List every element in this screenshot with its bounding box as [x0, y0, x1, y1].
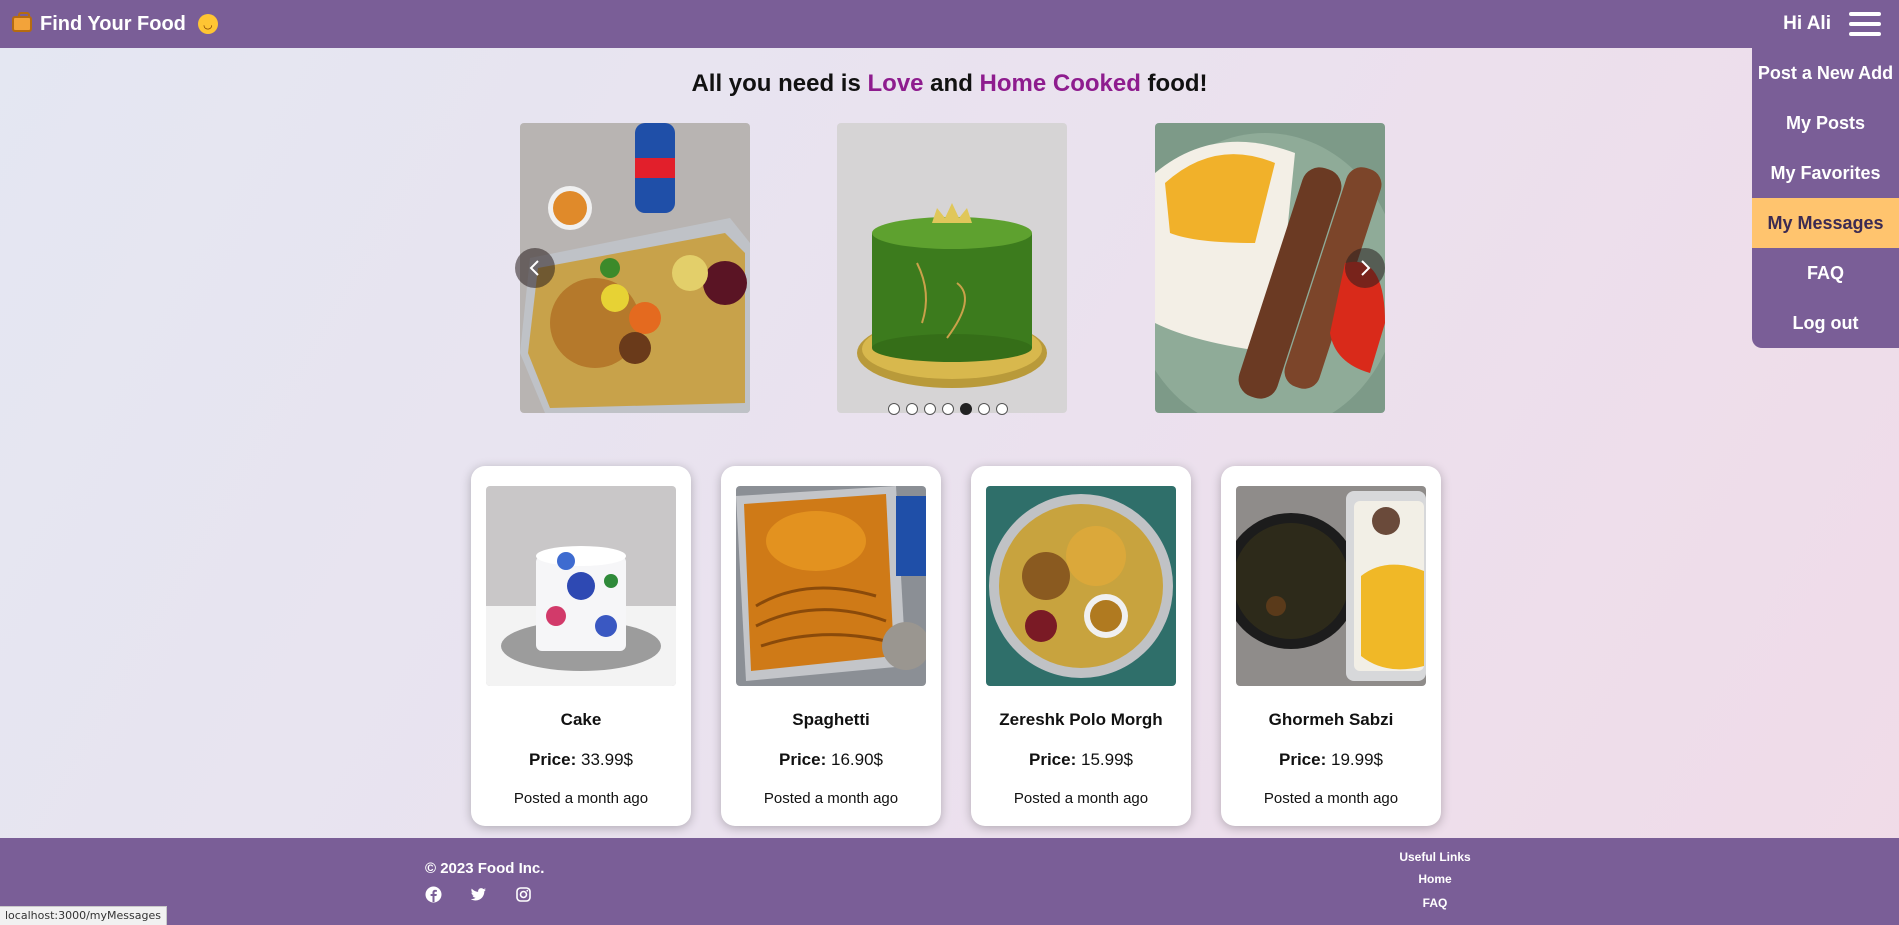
- carousel-dot[interactable]: [996, 403, 1008, 415]
- useful-links: Useful Links Home FAQ: [1385, 850, 1485, 920]
- footer-link-faq[interactable]: FAQ: [1385, 896, 1485, 910]
- carousel-next-button[interactable]: [1345, 248, 1385, 288]
- social-links: [425, 886, 532, 903]
- food-card-posted: Posted a month ago: [513, 790, 649, 807]
- food-card-image: [1236, 486, 1426, 686]
- food-card-price: Price: 33.99$: [529, 750, 633, 769]
- menu-item-faq[interactable]: FAQ: [1752, 248, 1899, 298]
- instagram-icon[interactable]: [515, 886, 532, 903]
- food-card-title: Zereshk Polo Morgh: [999, 710, 1163, 729]
- headline-home-cooked: Home Cooked: [979, 70, 1141, 97]
- food-card-title: Ghormeh Sabzi: [1268, 710, 1394, 729]
- food-card-price: Price: 19.99$: [1279, 750, 1383, 769]
- headline-text-1: All you need is: [691, 70, 868, 97]
- carousel-dot[interactable]: [978, 403, 990, 415]
- food-card-title: Spaghetti: [792, 710, 870, 729]
- carousel-slide-green-cake[interactable]: [837, 123, 1067, 413]
- chevron-left-icon: [529, 260, 539, 276]
- food-card-ghormeh-sabzi[interactable]: Ghormeh Sabzi Price: 19.99$ Posted a mon…: [1221, 466, 1441, 826]
- yum-face-icon: ◡: [197, 14, 218, 34]
- user-greeting: Hi Ali: [1783, 13, 1831, 34]
- food-card-spaghetti[interactable]: Spaghetti Price: 16.90$ Posted a month a…: [721, 466, 941, 826]
- food-card-price: Price: 15.99$: [1029, 750, 1133, 769]
- hamburger-menu-icon[interactable]: [1849, 12, 1881, 36]
- copyright: © 2023 Food Inc.: [425, 860, 545, 877]
- browser-status-url: localhost:3000/myMessages: [0, 906, 167, 925]
- footer: © 2023 Food Inc. Useful Links Home FAQ: [0, 838, 1899, 925]
- top-navbar: Find Your Food ◡ Hi Ali: [0, 0, 1899, 48]
- headline-text-3: food!: [1140, 70, 1208, 97]
- food-card-zereshk-polo-morgh[interactable]: Zereshk Polo Morgh Price: 15.99$ Posted …: [971, 466, 1191, 826]
- food-card-image: [736, 486, 926, 686]
- headline-text-2: and: [923, 70, 980, 97]
- food-card-cake[interactable]: Cake Price: 33.99$ Posted a month ago: [471, 466, 691, 826]
- menu-item-log-out[interactable]: Log out: [1752, 298, 1899, 348]
- twitter-icon[interactable]: [470, 886, 487, 903]
- food-card-list: Cake Price: 33.99$ Posted a month ago Sp…: [471, 466, 1441, 826]
- carousel-dot[interactable]: [942, 403, 954, 415]
- menu-item-my-posts[interactable]: My Posts: [1752, 98, 1899, 148]
- food-card-posted: Posted a month ago: [1013, 790, 1149, 807]
- food-card-posted: Posted a month ago: [763, 790, 899, 807]
- food-card-title: Cake: [560, 710, 602, 729]
- food-card-price: Price: 16.90$: [779, 750, 883, 769]
- chevron-right-icon: [1361, 260, 1371, 276]
- headline-love: Love: [867, 70, 924, 97]
- brand[interactable]: Find Your Food ◡: [12, 12, 218, 36]
- page-headline: All you need is Love and Home Cooked foo…: [0, 70, 1899, 98]
- useful-links-title: Useful Links: [1399, 850, 1471, 864]
- facebook-icon[interactable]: [425, 886, 442, 903]
- carousel-dot[interactable]: [906, 403, 918, 415]
- food-card-image: [986, 486, 1176, 686]
- food-card-image: [486, 486, 676, 686]
- carousel-dot[interactable]: [924, 403, 936, 415]
- menu-item-my-messages[interactable]: My Messages: [1752, 198, 1899, 248]
- food-carousel: [515, 123, 1385, 415]
- carousel-dot[interactable]: [888, 403, 900, 415]
- brand-title: Find Your Food: [40, 12, 186, 35]
- menu-item-my-favorites[interactable]: My Favorites: [1752, 148, 1899, 198]
- food-card-posted: Posted a month ago: [1263, 790, 1399, 807]
- lunchbox-icon: [12, 12, 32, 32]
- footer-link-home[interactable]: Home: [1385, 872, 1485, 886]
- carousel-prev-button[interactable]: [515, 248, 555, 288]
- carousel-indicators: [888, 403, 1008, 415]
- carousel-dot-active[interactable]: [960, 403, 972, 415]
